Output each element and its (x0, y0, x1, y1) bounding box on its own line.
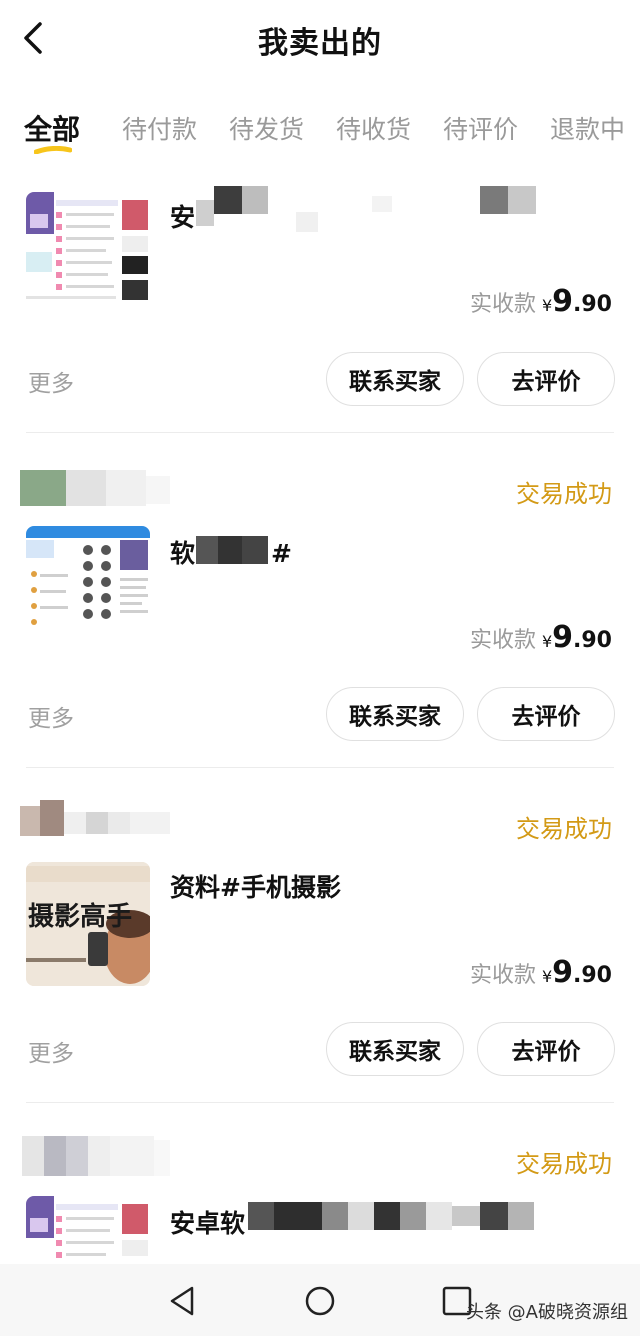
divider (26, 1102, 614, 1103)
received-amount: 实收款 ¥9.90 (470, 620, 612, 655)
product-thumbnail (26, 526, 150, 650)
watermark-text: 头条 @A破晓资源组 (465, 1302, 628, 1323)
product-thumbnail (26, 1196, 150, 1262)
received-label: 实收款 (469, 963, 536, 988)
more-link[interactable]: 更多 (28, 364, 74, 398)
product-thumbnail: 摄影高手 (26, 862, 150, 986)
divider (26, 432, 614, 433)
nav-back-icon[interactable] (166, 1284, 200, 1318)
product-thumbnail (26, 192, 150, 316)
currency-symbol: ¥ (541, 632, 553, 651)
tab-all[interactable]: 全部 (24, 108, 80, 148)
product-title: 安 (170, 198, 195, 234)
product-title: 安卓软 (170, 1209, 246, 1238)
page-title: 我卖出的 (258, 26, 382, 61)
product-title-suffix: # (271, 539, 292, 568)
received-label: 实收款 (469, 292, 536, 317)
contact-buyer-button[interactable]: 联系买家 (326, 687, 464, 741)
review-button[interactable]: 去评价 (477, 1022, 615, 1076)
amount-decimal: .90 (573, 292, 612, 317)
product-title-text: 安 (170, 203, 196, 232)
more-link[interactable]: 更多 (28, 699, 74, 733)
received-label: 实收款 (469, 628, 536, 653)
tab-refunding[interactable]: 退款中 (550, 110, 625, 146)
tab-bar: 全部 待付款 待发货 待收货 待评价 退款中 (0, 100, 640, 160)
thumbnail-caption: 摄影高手 (28, 902, 133, 932)
product-title: 资料#手机摄影 (170, 873, 341, 902)
contact-buyer-button[interactable]: 联系买家 (326, 1022, 464, 1076)
tab-pending-receipt[interactable]: 待收货 (336, 110, 411, 146)
more-link[interactable]: 更多 (28, 1034, 74, 1068)
amount-decimal: .90 (573, 963, 612, 988)
amount-integer: 9 (552, 955, 574, 990)
nav-home-icon[interactable] (303, 1284, 337, 1318)
currency-symbol: ¥ (541, 967, 553, 986)
header: 我卖出的 (0, 0, 640, 80)
tab-pending-review[interactable]: 待评价 (443, 110, 518, 146)
tab-pending-payment[interactable]: 待付款 (122, 110, 197, 146)
received-amount: 实收款 ¥9.90 (470, 955, 612, 990)
contact-buyer-button[interactable]: 联系买家 (326, 352, 464, 406)
amount-integer: 9 (552, 284, 574, 319)
status-badge: 交易成功 (516, 480, 612, 508)
divider (26, 767, 614, 768)
status-badge: 交易成功 (516, 1150, 612, 1178)
amount-integer: 9 (552, 620, 574, 655)
active-tab-indicator (34, 146, 72, 154)
amount-decimal: .90 (573, 628, 612, 653)
tab-pending-shipment[interactable]: 待发货 (229, 110, 304, 146)
received-amount: 实收款 ¥9.90 (470, 284, 612, 319)
product-title-text: 软 (170, 539, 196, 568)
review-button[interactable]: 去评价 (477, 352, 615, 406)
review-button[interactable]: 去评价 (477, 687, 615, 741)
status-badge: 交易成功 (516, 815, 612, 843)
currency-symbol: ¥ (541, 296, 553, 315)
